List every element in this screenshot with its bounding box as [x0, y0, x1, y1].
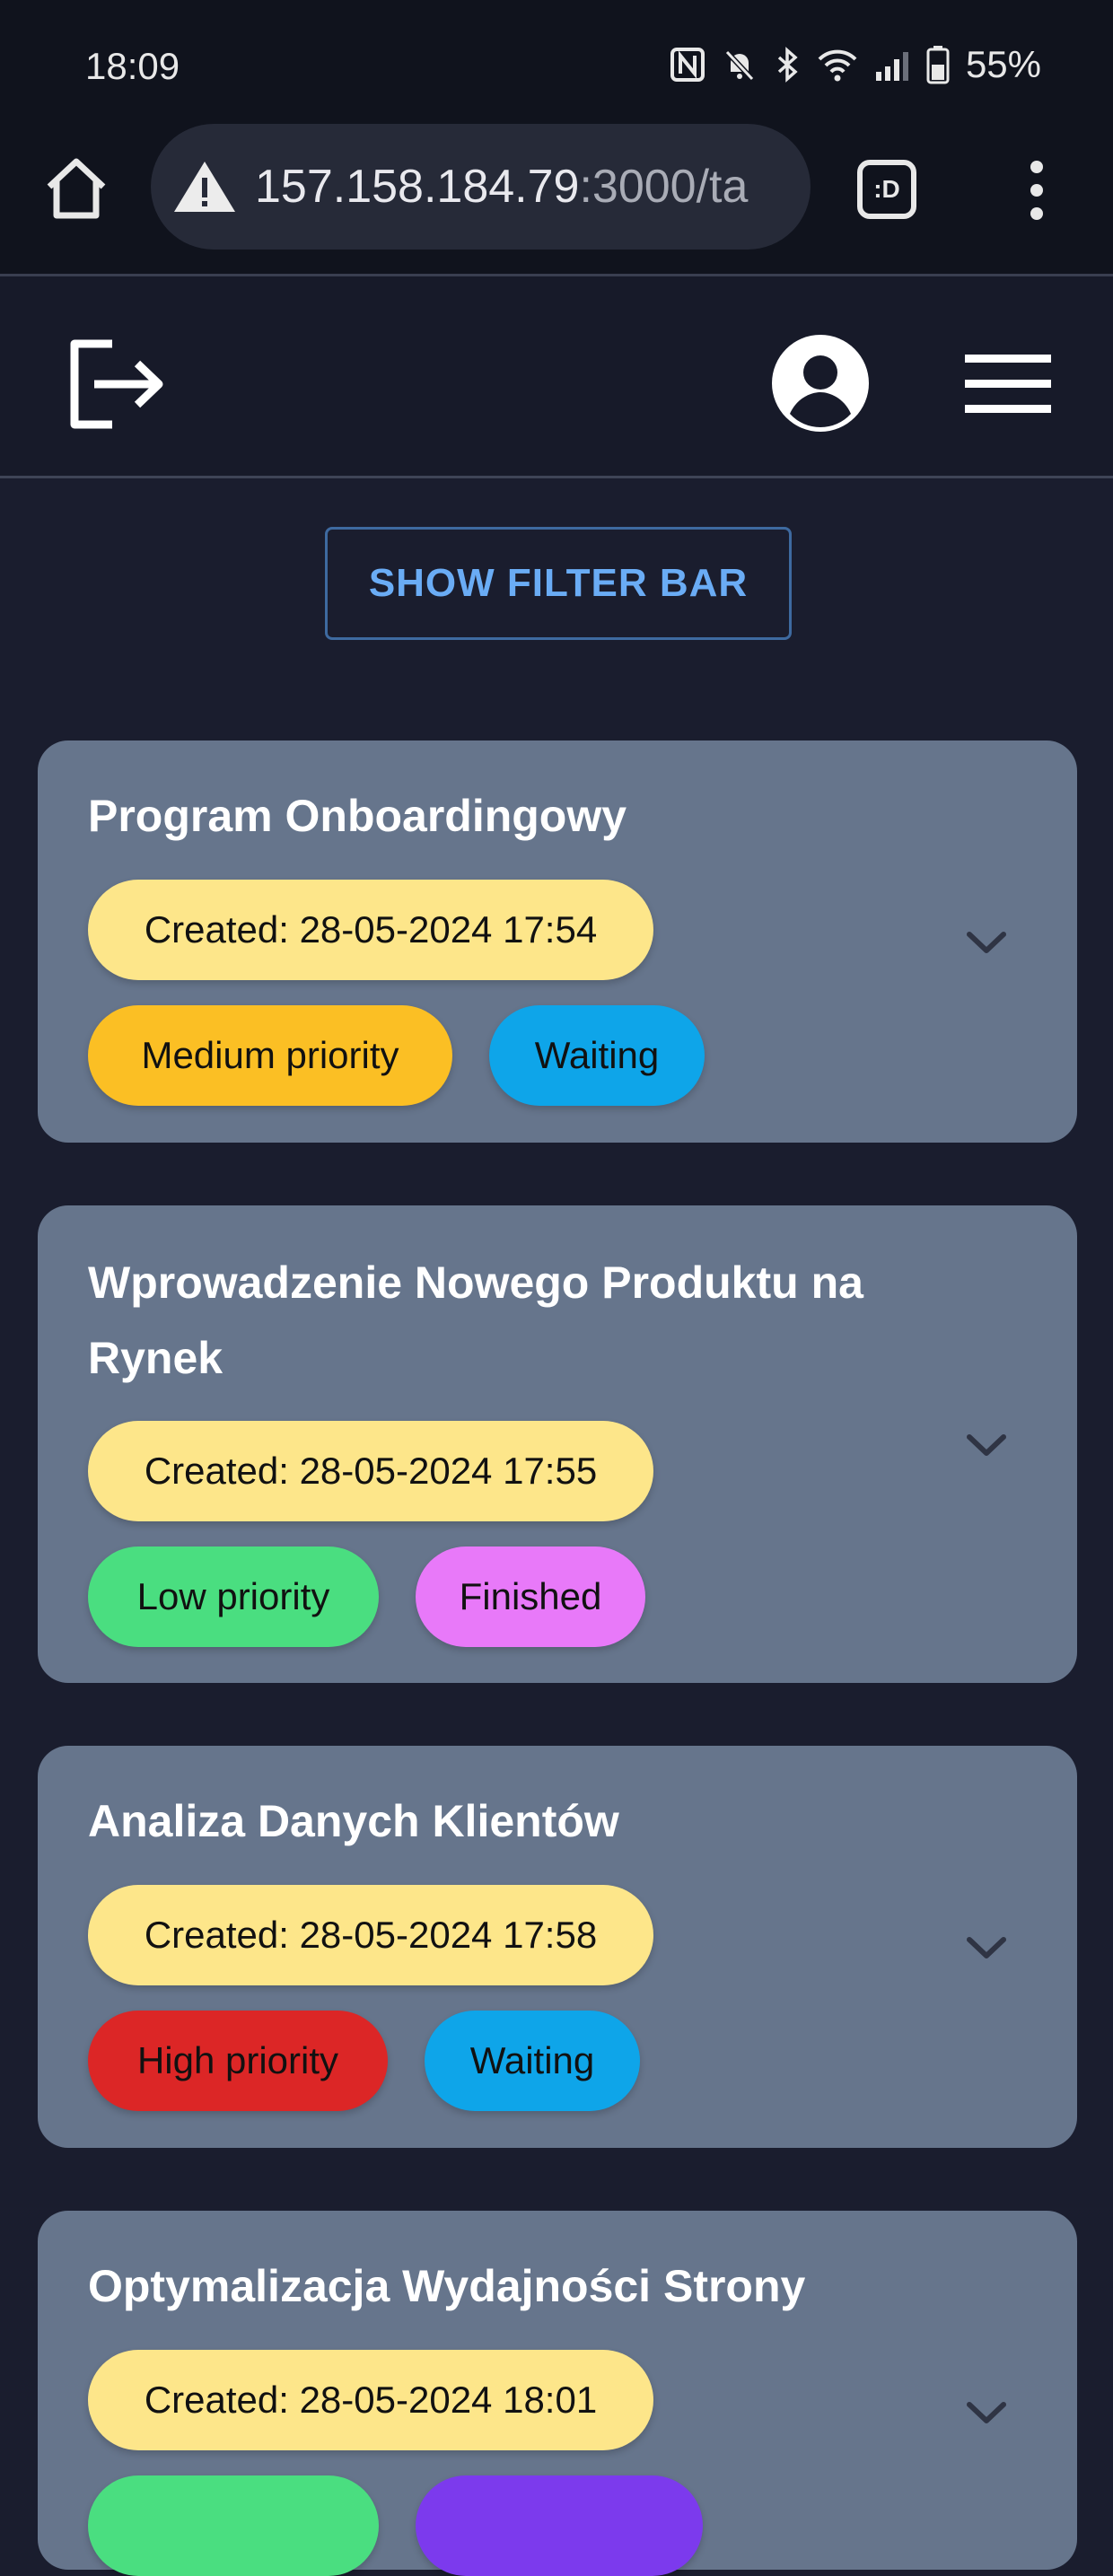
show-filter-bar-button[interactable]: SHOW FILTER BAR	[325, 527, 792, 640]
status-time: 18:09	[85, 45, 180, 87]
warning-icon[interactable]	[172, 158, 237, 215]
priority-badge: High priority	[88, 2011, 388, 2111]
url-host: 157.158.184.79	[255, 161, 580, 213]
browser-toolbar: 157.158.184.79:3000/ta :D	[0, 108, 1113, 276]
chevron-down-icon[interactable]	[964, 929, 1009, 956]
address-bar[interactable]: 157.158.184.79:3000/ta	[151, 124, 811, 250]
chevron-down-icon[interactable]	[964, 1934, 1009, 1961]
priority-badge: Medium priority	[88, 1005, 452, 1106]
created-badge: Created: 28-05-2024 17:55	[88, 1421, 653, 1521]
status-badge: Waiting	[489, 1005, 705, 1106]
task-title: Wprowadzenie Nowego Produktu na Rynek	[88, 1257, 863, 1383]
bluetooth-icon	[774, 47, 801, 83]
task-title: Program Onboardingowy	[88, 791, 627, 841]
status-badge: Finished	[416, 1546, 645, 1647]
url-path: :3000/ta	[579, 161, 749, 213]
created-badge: Created: 28-05-2024 18:01	[88, 2350, 653, 2450]
created-badge: Created: 28-05-2024 17:58	[88, 1885, 653, 1985]
task-card[interactable]: Program Onboardingowy Created: 28-05-202…	[38, 740, 1077, 1143]
home-icon[interactable]	[40, 153, 112, 224]
status-badge	[416, 2475, 703, 2576]
status-icons: 55%	[670, 43, 1041, 86]
task-card[interactable]: Optymalizacja Wydajności Strony Created:…	[38, 2211, 1077, 2576]
priority-badge: Low priority	[88, 1546, 379, 1647]
task-card[interactable]: Analiza Danych Klientów Created: 28-05-2…	[38, 1746, 1077, 2148]
url-text: 157.158.184.79:3000/ta	[255, 160, 748, 214]
logout-icon[interactable]	[67, 335, 171, 434]
priority-badge	[88, 2475, 379, 2576]
task-title: Analiza Danych Klientów	[88, 1796, 619, 1846]
tab-switcher-button[interactable]: :D	[857, 160, 916, 219]
chevron-down-icon[interactable]	[964, 1432, 1009, 1459]
signal-icon	[874, 47, 910, 83]
task-title: Optymalizacja Wydajności Strony	[88, 2261, 806, 2311]
hamburger-menu-icon[interactable]	[965, 353, 1055, 416]
wifi-icon	[817, 47, 858, 83]
tab-switcher-label: :D	[873, 175, 900, 203]
created-badge: Created: 28-05-2024 17:54	[88, 880, 653, 980]
chevron-down-icon[interactable]	[964, 2399, 1009, 2426]
task-card[interactable]: Wprowadzenie Nowego Produktu na Rynek Cr…	[38, 1205, 1077, 1683]
battery-icon	[926, 45, 950, 84]
user-avatar-icon[interactable]	[772, 335, 869, 432]
battery-percent: 55%	[965, 43, 1041, 85]
more-options-icon[interactable]	[1023, 154, 1050, 226]
app-header	[0, 276, 1113, 478]
status-badge: Waiting	[425, 2011, 640, 2111]
nfc-icon	[670, 47, 705, 83]
mute-icon	[722, 47, 758, 83]
